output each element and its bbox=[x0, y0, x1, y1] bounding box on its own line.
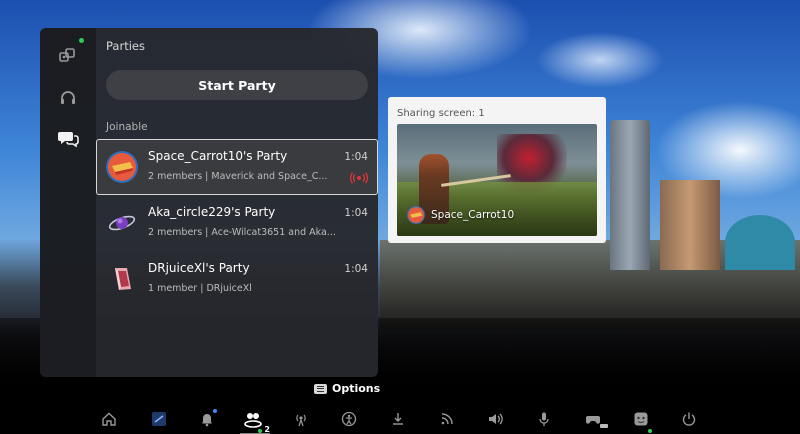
share-user-avatar bbox=[407, 206, 425, 224]
party-time: 1:04 bbox=[344, 207, 368, 219]
options-label: Options bbox=[332, 382, 381, 395]
broadcast-icon[interactable] bbox=[290, 408, 312, 430]
home-icon[interactable] bbox=[98, 408, 120, 430]
party-name: Space_Carrot10's Party bbox=[148, 149, 288, 163]
network-icon[interactable] bbox=[436, 408, 458, 430]
background-tower bbox=[610, 120, 650, 270]
share-user-name: Space_Carrot10 bbox=[431, 209, 515, 221]
options-hint[interactable]: Options bbox=[314, 382, 380, 395]
sound-icon[interactable] bbox=[484, 408, 506, 430]
online-indicator bbox=[79, 38, 84, 43]
share-screen-thumbnail[interactable]: Space_Carrot10 bbox=[397, 124, 597, 236]
share-screen-preview[interactable]: Sharing screen: 1 Space_Carrot10 bbox=[388, 97, 606, 243]
game-icon[interactable] bbox=[148, 408, 170, 430]
party-name: Aka_circle229's Party bbox=[148, 205, 276, 219]
start-party-button[interactable]: Start Party bbox=[106, 70, 368, 100]
party-members: 2 members | Ace-Wilcat3651 and Aka... bbox=[148, 227, 336, 238]
background-building bbox=[660, 180, 720, 270]
chat-bubbles-icon[interactable] bbox=[56, 127, 80, 151]
party-panel: Parties Start Party Joinable Space_Carro… bbox=[40, 28, 378, 377]
party-list: Space_Carrot10's Party 2 members | Maver… bbox=[96, 139, 378, 307]
accessibility-icon[interactable] bbox=[338, 408, 360, 430]
share-screen-title: Sharing screen: 1 bbox=[397, 108, 485, 119]
party-item[interactable]: Space_Carrot10's Party 2 members | Maver… bbox=[96, 139, 378, 195]
controller-icon[interactable] bbox=[582, 408, 608, 430]
options-button-icon bbox=[314, 383, 327, 394]
panel-side-rail bbox=[40, 28, 96, 377]
party-time: 1:04 bbox=[344, 263, 368, 275]
party-members: 1 member | DRjuiceXl bbox=[148, 283, 252, 294]
notifications-icon[interactable] bbox=[196, 408, 218, 430]
party-item[interactable]: DRjuiceXl's Party 1 member | DRjuiceXl 1… bbox=[96, 251, 378, 307]
downloads-icon[interactable] bbox=[387, 408, 409, 430]
party-members: 2 members | Maverick and Space_C... bbox=[148, 171, 328, 182]
power-icon[interactable] bbox=[678, 408, 700, 430]
profile-icon[interactable] bbox=[630, 408, 652, 433]
share-screen-user: Space_Carrot10 bbox=[407, 206, 514, 224]
party-avatar bbox=[106, 207, 138, 239]
party-item[interactable]: Aka_circle229's Party 2 members | Ace-Wi… bbox=[96, 195, 378, 251]
background-dome bbox=[725, 215, 795, 270]
notification-dot bbox=[213, 409, 217, 413]
game-base-icon[interactable]: 2 bbox=[242, 408, 270, 434]
party-name: DRjuiceXl's Party bbox=[148, 261, 250, 275]
party-time: 1:04 bbox=[344, 151, 368, 163]
control-center-bar: 2 bbox=[90, 404, 710, 434]
panel-title: Parties bbox=[106, 39, 145, 53]
battery-indicator bbox=[600, 424, 608, 428]
mic-icon[interactable] bbox=[533, 408, 555, 430]
online-indicator bbox=[648, 429, 652, 433]
broadcasting-icon bbox=[350, 172, 368, 184]
game-library-icon[interactable] bbox=[56, 38, 84, 68]
party-avatar bbox=[106, 151, 138, 183]
party-avatar bbox=[106, 263, 138, 295]
joinable-section-label: Joinable bbox=[106, 121, 148, 133]
headset-icon[interactable] bbox=[56, 86, 80, 110]
